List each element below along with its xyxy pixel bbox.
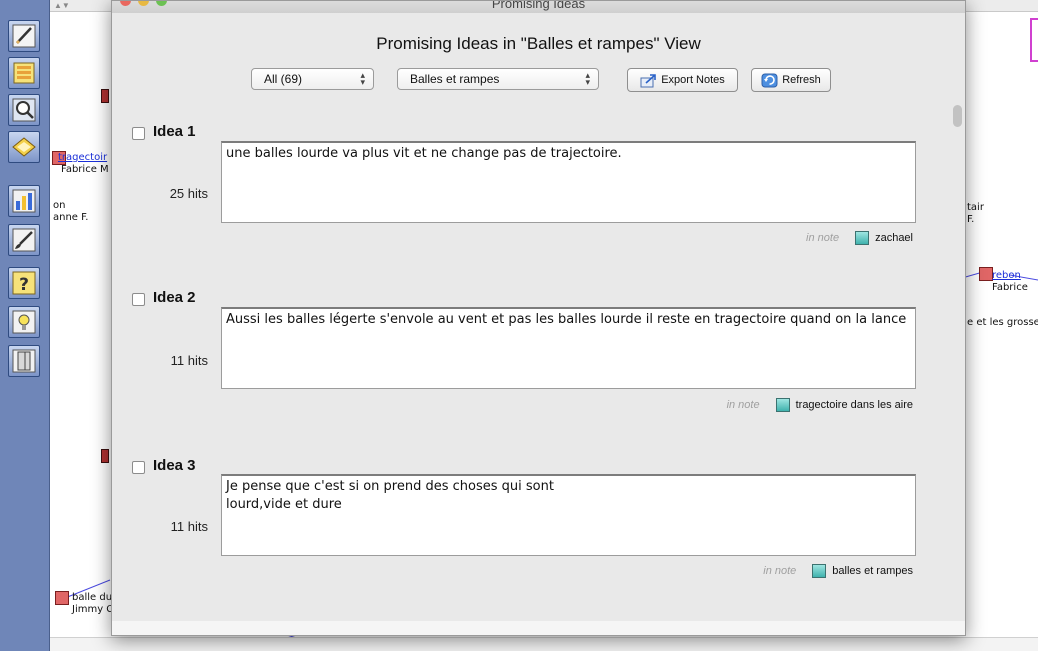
window-title: Promising Ideas: [491, 1, 586, 11]
notebook-icon: [12, 137, 36, 157]
source-note-title[interactable]: zachael: [875, 232, 913, 244]
idea-title: Idea 2: [153, 289, 196, 306]
note-author: F.: [967, 214, 975, 225]
brush-tool-button[interactable]: [8, 224, 40, 256]
refresh-button[interactable]: Refresh: [751, 68, 831, 92]
idea-checkbox[interactable]: [132, 461, 145, 474]
lightbulb-icon: [12, 310, 36, 334]
notebook-tool-button[interactable]: [8, 131, 40, 163]
dialog-footer: [112, 621, 965, 635]
help-tool-button[interactable]: ?: [8, 267, 40, 299]
door-tool-button[interactable]: [8, 345, 40, 377]
note-author: Fabrice: [992, 282, 1028, 293]
idea-title: Idea 1: [153, 123, 196, 140]
idea-text[interactable]: Je pense que c'est si on prend des chose…: [221, 474, 916, 556]
help-icon: ?: [12, 271, 36, 295]
export-notes-button[interactable]: Export Notes: [627, 68, 738, 92]
in-note-label: in note: [806, 232, 840, 244]
chart-icon: [12, 189, 36, 213]
popup-arrows-icon: ▴ ▾: [585, 70, 590, 87]
scaffold-icon: [13, 62, 35, 84]
note-marker[interactable]: [101, 449, 109, 463]
idea-source-note: in note tragectoire dans les aire: [727, 398, 913, 412]
pencil-icon: [12, 24, 36, 48]
tool-palette: ?: [0, 0, 50, 651]
idea-source-note: in note balles et rampes: [763, 564, 913, 578]
idea-hits: 11 hits: [170, 519, 208, 534]
view-select-value: Balles et rampes: [410, 72, 500, 86]
refresh-icon: [761, 73, 778, 87]
note-item[interactable]: tair F.: [967, 202, 984, 226]
note-title[interactable]: rebon: [992, 270, 1021, 281]
note-item[interactable]: balle du Jimmy C: [72, 592, 113, 616]
scaffold-tool-button[interactable]: [8, 57, 40, 89]
idea-text[interactable]: une balles lourde va plus vit et ne chan…: [221, 141, 916, 223]
dialog-heading: Promising Ideas in "Balles et rampes" Vi…: [376, 34, 701, 53]
in-note-label: in note: [763, 565, 797, 577]
idea-hits: 25 hits: [169, 186, 208, 201]
view-select[interactable]: Balles et rampes ▴ ▾: [397, 68, 599, 90]
note-item[interactable]: rebon Fabrice: [992, 270, 1028, 294]
idea-item: Idea 1 25 hits une balles lourde va plus…: [115, 123, 945, 273]
filter-select-value: All (69): [264, 72, 303, 86]
note-title[interactable]: tair: [967, 202, 984, 213]
svg-text:?: ?: [19, 275, 29, 295]
note-item[interactable]: tragectoir Fabrice M: [58, 152, 109, 176]
note-icon[interactable]: [979, 267, 993, 281]
note-swatch-icon: [775, 398, 790, 412]
idea-hits: 11 hits: [170, 353, 208, 368]
note-title[interactable]: tragectoir: [58, 152, 107, 163]
door-icon: [12, 349, 36, 373]
idea-item: Idea 2 11 hits Aussi les balles légerte …: [115, 289, 945, 439]
search-tool-button[interactable]: [8, 94, 40, 126]
note-item[interactable]: on anne F.: [53, 200, 88, 224]
note-title[interactable]: balle du: [72, 592, 112, 603]
idea-checkbox[interactable]: [132, 293, 145, 306]
dialog-titlebar[interactable]: Promising Ideas: [112, 1, 965, 13]
note-swatch-icon: [855, 231, 870, 245]
ideas-list[interactable]: Idea 1 25 hits une balles lourde va plus…: [115, 105, 964, 621]
note-marker[interactable]: [101, 89, 109, 103]
idea-source-note: in note zachael: [806, 231, 913, 245]
pencil-tool-button[interactable]: [8, 20, 40, 52]
vertical-scrollbar[interactable]: [953, 105, 962, 127]
canvas-status-bar: [50, 637, 1038, 651]
source-note-title[interactable]: balles et rampes: [832, 565, 913, 577]
note-item[interactable]: e et les grosse: [967, 317, 1038, 329]
idea-checkbox[interactable]: [132, 127, 145, 140]
idea-text[interactable]: Aussi les balles légerte s'envole au ven…: [221, 307, 916, 389]
promising-ideas-dialog: Promising Ideas Promising Ideas in "Ball…: [111, 0, 966, 636]
note-swatch-icon: [812, 564, 827, 578]
note-title[interactable]: e et les grosse: [967, 317, 1038, 328]
search-icon: [12, 98, 36, 122]
in-note-label: in note: [726, 399, 760, 411]
note-author: Jimmy C: [72, 604, 114, 615]
chart-tool-button[interactable]: [8, 185, 40, 217]
note-author: Fabrice M: [61, 164, 109, 175]
idea-title: Idea 3: [153, 457, 196, 474]
note-icon[interactable]: [55, 591, 69, 605]
export-icon: [640, 73, 657, 87]
note-author: anne F.: [53, 212, 89, 223]
note-title[interactable]: on: [53, 200, 65, 211]
refresh-label: Refresh: [782, 74, 821, 86]
lightbulb-tool-button[interactable]: [8, 306, 40, 338]
filter-select[interactable]: All (69) ▴ ▾: [251, 68, 374, 90]
source-note-title[interactable]: tragectoire dans les aire: [796, 399, 913, 411]
export-notes-label: Export Notes: [661, 74, 725, 86]
popup-arrows-icon: ▴ ▾: [360, 70, 365, 87]
canvas-frame-edge: [1030, 18, 1038, 62]
idea-item: Idea 3 11 hits Je pense que c'est si on …: [115, 457, 945, 607]
brush-icon: [12, 228, 36, 252]
